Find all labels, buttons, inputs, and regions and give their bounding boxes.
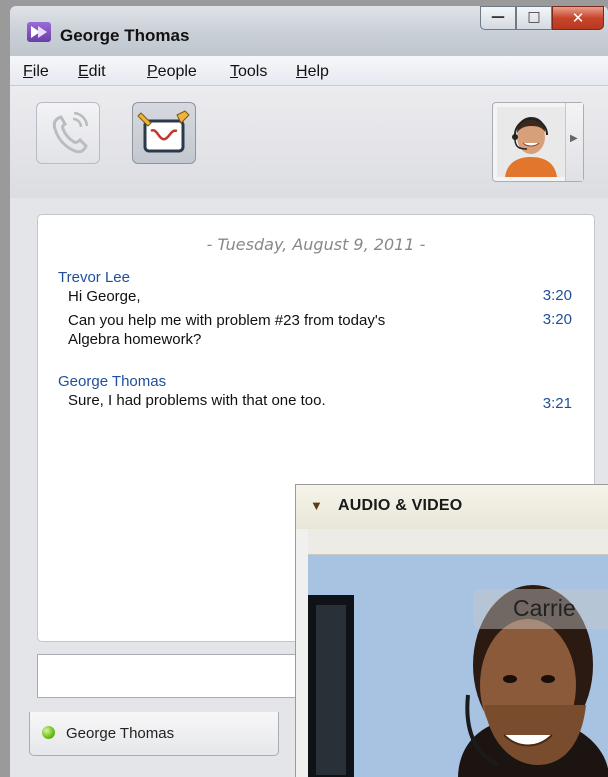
audio-video-subbar	[308, 529, 608, 555]
message-time: 3:20	[542, 311, 572, 328]
message-text: Sure, I had problems with that one too.	[68, 392, 326, 409]
menu-tools[interactable]: Tools	[230, 63, 267, 81]
menu-bar: File Edit People Tools Help	[10, 56, 608, 86]
audio-video-panel: ▼ AUDIO & VIDEO Carrie	[295, 484, 608, 777]
im-window: George Thomas — □ ✕ File Edit People Too…	[0, 0, 608, 777]
menu-people[interactable]: People	[147, 63, 197, 81]
title-bar[interactable]: George Thomas — □ ✕	[10, 6, 608, 56]
caller-name-badge: Carrie	[473, 589, 608, 629]
caller-name: Carrie	[513, 595, 576, 621]
app-logo-icon	[27, 22, 51, 42]
close-icon: ✕	[571, 9, 585, 27]
window-title: George Thomas	[60, 26, 190, 45]
menu-edit[interactable]: Edit	[78, 63, 106, 81]
window-controls: — □ ✕	[480, 6, 604, 36]
collapse-triangle-icon[interactable]: ▼	[310, 498, 323, 513]
toolbar: ▶	[10, 86, 608, 198]
audio-video-title: AUDIO & VIDEO	[338, 497, 463, 514]
minimize-icon: —	[491, 9, 505, 25]
contact-avatar-icon	[497, 107, 565, 177]
minimize-button[interactable]: —	[480, 6, 516, 30]
audio-video-header[interactable]: ▼ AUDIO & VIDEO	[296, 485, 608, 529]
whiteboard-icon	[137, 110, 190, 153]
maximize-button[interactable]: □	[516, 6, 552, 30]
chat-date-line: - Tuesday, August 9, 2011 -	[206, 235, 426, 254]
tab-label: George Thomas	[66, 725, 175, 742]
maximize-icon: □	[527, 9, 541, 25]
message-text-cont: Algebra homework?	[68, 331, 202, 348]
message-text: Can you help me with problem #23 from to…	[68, 312, 386, 329]
message-text: Hi George,	[68, 288, 141, 305]
phone-icon	[52, 111, 89, 154]
chevron-right-icon: ▶	[570, 133, 578, 144]
message-time: 3:20	[542, 287, 572, 304]
menu-help[interactable]: Help	[296, 63, 329, 81]
message-input[interactable]	[37, 654, 337, 698]
call-button[interactable]	[36, 102, 100, 164]
message-sender: George Thomas	[58, 373, 167, 390]
online-status-icon	[42, 726, 55, 739]
avatar-menu-arrow[interactable]: ▶	[565, 103, 583, 181]
menu-file[interactable]: File	[23, 63, 49, 81]
message-time: 3:21	[542, 395, 572, 412]
close-button[interactable]: ✕	[552, 6, 604, 30]
whiteboard-button[interactable]	[132, 102, 196, 164]
conversation-tab[interactable]: George Thomas	[29, 712, 279, 756]
message-sender: Trevor Lee	[58, 269, 130, 286]
contact-photo-button[interactable]: ▶	[492, 102, 584, 182]
video-feed[interactable]: Carrie	[308, 555, 608, 777]
